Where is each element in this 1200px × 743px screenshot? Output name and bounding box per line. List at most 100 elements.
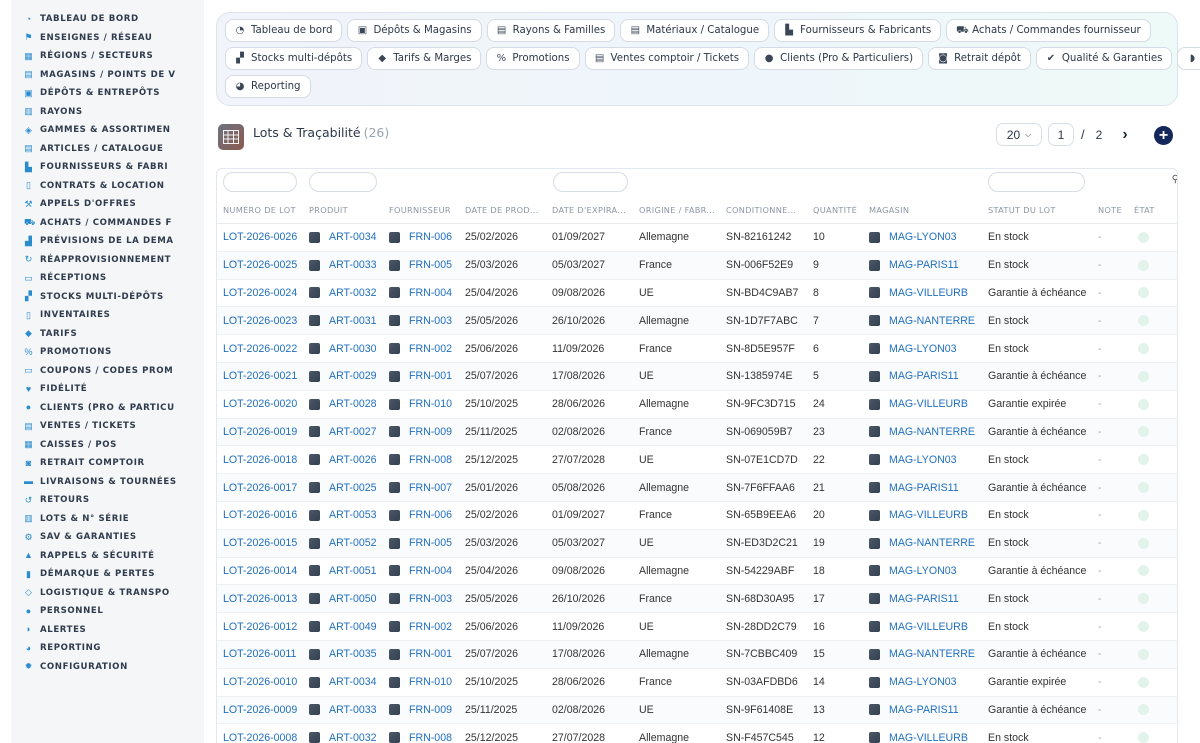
table-row[interactable]: LOT-2026-0011 ART-0035 FRN-001 25/07/2026 17…: [217, 640, 1177, 669]
cell-lot[interactable]: LOT-2026-0024: [217, 287, 303, 299]
column-header[interactable]: PRODUIT: [303, 205, 383, 215]
cell-magasin[interactable]: MAG-PARIS11: [863, 593, 982, 605]
sidebar-item[interactable]: ↻ RÉAPPROVISIONNEMENT: [11, 251, 204, 270]
cell-produit[interactable]: ART-0026: [303, 454, 383, 466]
sidebar-item[interactable]: ▥ RAYONS: [11, 103, 204, 122]
module-chip[interactable]: ✔ Qualité & Garanties: [1035, 47, 1173, 70]
module-chip[interactable]: ▙ Fournisseurs & Fabricants: [774, 19, 942, 42]
table-row[interactable]: LOT-2026-0012 ART-0049 FRN-002 25/06/2026 11…: [217, 613, 1177, 641]
table-row[interactable]: LOT-2026-0010 ART-0034 FRN-010 25/10/2025 28…: [217, 669, 1177, 697]
module-chip[interactable]: ◕ Reporting: [225, 75, 311, 98]
column-header[interactable]: NUMÉRO DE LOT: [217, 205, 303, 215]
cell-magasin[interactable]: MAG-NANTERRE: [863, 648, 982, 660]
page-size-select[interactable]: 20 ⌵: [996, 123, 1042, 146]
sidebar-item[interactable]: ⚑ ENSEIGNES / RÉSEAU: [11, 29, 204, 48]
module-chip[interactable]: ⛟ Achats / Commandes fournisseur: [946, 19, 1151, 42]
cell-produit[interactable]: ART-0034: [303, 676, 383, 688]
cell-fournisseur[interactable]: FRN-002: [383, 343, 459, 355]
cell-lot[interactable]: LOT-2026-0017: [217, 482, 303, 494]
cell-lot[interactable]: LOT-2026-0013: [217, 593, 303, 605]
sidebar-item[interactable]: ⚙ SAV & GARANTIES: [11, 528, 204, 547]
cell-magasin[interactable]: MAG-LYON03: [863, 231, 982, 243]
sidebar-item[interactable]: ▭ COUPONS / CODES PROM: [11, 362, 204, 381]
cell-magasin[interactable]: MAG-NANTERRE: [863, 426, 982, 438]
cell-fournisseur[interactable]: FRN-004: [383, 287, 459, 299]
cell-produit[interactable]: ART-0050: [303, 593, 383, 605]
add-lot-button[interactable]: +: [1154, 126, 1173, 145]
sidebar-item[interactable]: ▬ LIVRAISONS & TOURNÉES: [11, 473, 204, 492]
cell-lot[interactable]: LOT-2026-0016: [217, 509, 303, 521]
cell-lot[interactable]: LOT-2026-0023: [217, 315, 303, 327]
cell-lot[interactable]: LOT-2026-0008: [217, 732, 303, 743]
column-header[interactable]: DATE D'EXPIRA...: [546, 205, 633, 215]
cell-magasin[interactable]: MAG-VILLEURB: [863, 621, 982, 633]
sidebar-item[interactable]: ▭ RÉCEPTIONS: [11, 269, 204, 288]
sidebar-item[interactable]: ● PERSONNEL: [11, 602, 204, 621]
table-row[interactable]: LOT-2026-0026 ART-0034 FRN-006 25/02/2026 01…: [217, 224, 1177, 252]
cell-lot[interactable]: LOT-2026-0012: [217, 621, 303, 633]
table-row[interactable]: LOT-2026-0020 ART-0028 FRN-010 25/10/2025 28…: [217, 391, 1177, 419]
module-chip[interactable]: ◆ Tarifs & Marges: [367, 47, 482, 70]
cell-magasin[interactable]: MAG-PARIS11: [863, 482, 982, 494]
cell-produit[interactable]: ART-0031: [303, 315, 383, 327]
table-row[interactable]: LOT-2026-0017 ART-0025 FRN-007 25/01/2026 05…: [217, 474, 1177, 502]
next-page-icon[interactable]: ›: [1122, 126, 1127, 143]
sidebar-item[interactable]: ▮ DÉMARQUE & PERTES: [11, 565, 204, 584]
cell-fournisseur[interactable]: FRN-005: [383, 259, 459, 271]
cell-fournisseur[interactable]: FRN-010: [383, 676, 459, 688]
table-row[interactable]: LOT-2026-0023 ART-0031 FRN-003 25/05/2026 26…: [217, 307, 1177, 336]
column-header[interactable]: CONDITIONNE...: [720, 205, 807, 215]
cell-magasin[interactable]: MAG-VILLEURB: [863, 732, 982, 743]
table-row[interactable]: LOT-2026-0009 ART-0033 FRN-009 25/11/2025 02…: [217, 696, 1177, 725]
table-row[interactable]: LOT-2026-0024 ART-0032 FRN-004 25/04/2026 09…: [217, 280, 1177, 308]
cell-produit[interactable]: ART-0032: [303, 732, 383, 743]
module-chip[interactable]: ◔ Tableau de bord: [225, 19, 343, 42]
sidebar-item[interactable]: ✹ CONFIGURATION: [11, 658, 204, 677]
sidebar-item[interactable]: ◔ TABLEAU DE BORD: [11, 10, 204, 29]
module-chip[interactable]: ◗Alertes: [1177, 47, 1200, 70]
cell-magasin[interactable]: MAG-VILLEURB: [863, 509, 982, 521]
column-header[interactable]: MAGASIN: [863, 205, 982, 215]
sidebar-item[interactable]: ▞ STOCKS MULTI-DÉPÔTS: [11, 288, 204, 307]
cell-fournisseur[interactable]: FRN-006: [383, 231, 459, 243]
sidebar-item[interactable]: ▦ RÉGIONS / SECTEURS: [11, 47, 204, 66]
filter-expiry-input[interactable]: [553, 172, 628, 192]
table-row[interactable]: LOT-2026-0014 ART-0051 FRN-004 25/04/2026 09…: [217, 558, 1177, 586]
table-row[interactable]: LOT-2026-0022 ART-0030 FRN-002 25/06/2026 11…: [217, 335, 1177, 363]
cell-produit[interactable]: ART-0028: [303, 398, 383, 410]
column-header[interactable]: DATE DE PROD...: [459, 205, 546, 215]
sidebar-item[interactable]: ▙ FOURNISSEURS & FABRI: [11, 158, 204, 177]
cell-fournisseur[interactable]: FRN-003: [383, 315, 459, 327]
module-chip[interactable]: ◙ Retrait dépôt: [928, 47, 1031, 70]
table-row[interactable]: LOT-2026-0016 ART-0053 FRN-006 25/02/2026 01…: [217, 502, 1177, 530]
table-row[interactable]: LOT-2026-0013 ART-0050 FRN-003 25/05/2026 26…: [217, 585, 1177, 614]
sidebar-item[interactable]: ● CLIENTS (PRO & PARTICU: [11, 399, 204, 418]
cell-magasin[interactable]: MAG-VILLEURB: [863, 398, 982, 410]
cell-fournisseur[interactable]: FRN-009: [383, 704, 459, 716]
cell-produit[interactable]: ART-0049: [303, 621, 383, 633]
module-chip[interactable]: ▤ Matériaux / Catalogue: [620, 19, 770, 42]
cell-produit[interactable]: ART-0032: [303, 287, 383, 299]
cell-lot[interactable]: LOT-2026-0010: [217, 676, 303, 688]
cell-fournisseur[interactable]: FRN-002: [383, 621, 459, 633]
cell-fournisseur[interactable]: FRN-008: [383, 732, 459, 743]
filter-product-input[interactable]: [309, 172, 377, 192]
cell-lot[interactable]: LOT-2026-0025: [217, 259, 303, 271]
cell-fournisseur[interactable]: FRN-003: [383, 593, 459, 605]
column-header[interactable]: FOURNISSEUR: [383, 205, 459, 215]
search-icon[interactable]: ⚲: [1172, 174, 1177, 185]
sidebar-item[interactable]: ◙ RETRAIT COMPTOIR: [11, 454, 204, 473]
cell-magasin[interactable]: MAG-LYON03: [863, 454, 982, 466]
sidebar-item[interactable]: ▥ LOTS & N° SÉRIE: [11, 510, 204, 529]
cell-magasin[interactable]: MAG-LYON03: [863, 565, 982, 577]
cell-magasin[interactable]: MAG-NANTERRE: [863, 537, 982, 549]
sidebar-item[interactable]: ♥ FIDÉLITÉ: [11, 380, 204, 399]
cell-magasin[interactable]: MAG-VILLEURB: [863, 287, 982, 299]
cell-lot[interactable]: LOT-2026-0015: [217, 537, 303, 549]
column-header[interactable]: ÉTAT: [1128, 205, 1172, 215]
table-row[interactable]: LOT-2026-0018 ART-0026 FRN-008 25/12/2025 27…: [217, 446, 1177, 475]
table-row[interactable]: LOT-2026-0021 ART-0029 FRN-001 25/07/2026 17…: [217, 362, 1177, 391]
sidebar-item[interactable]: ◈ GAMMES & ASSORTIMEN: [11, 121, 204, 140]
cell-produit[interactable]: ART-0035: [303, 648, 383, 660]
cell-fournisseur[interactable]: FRN-010: [383, 398, 459, 410]
